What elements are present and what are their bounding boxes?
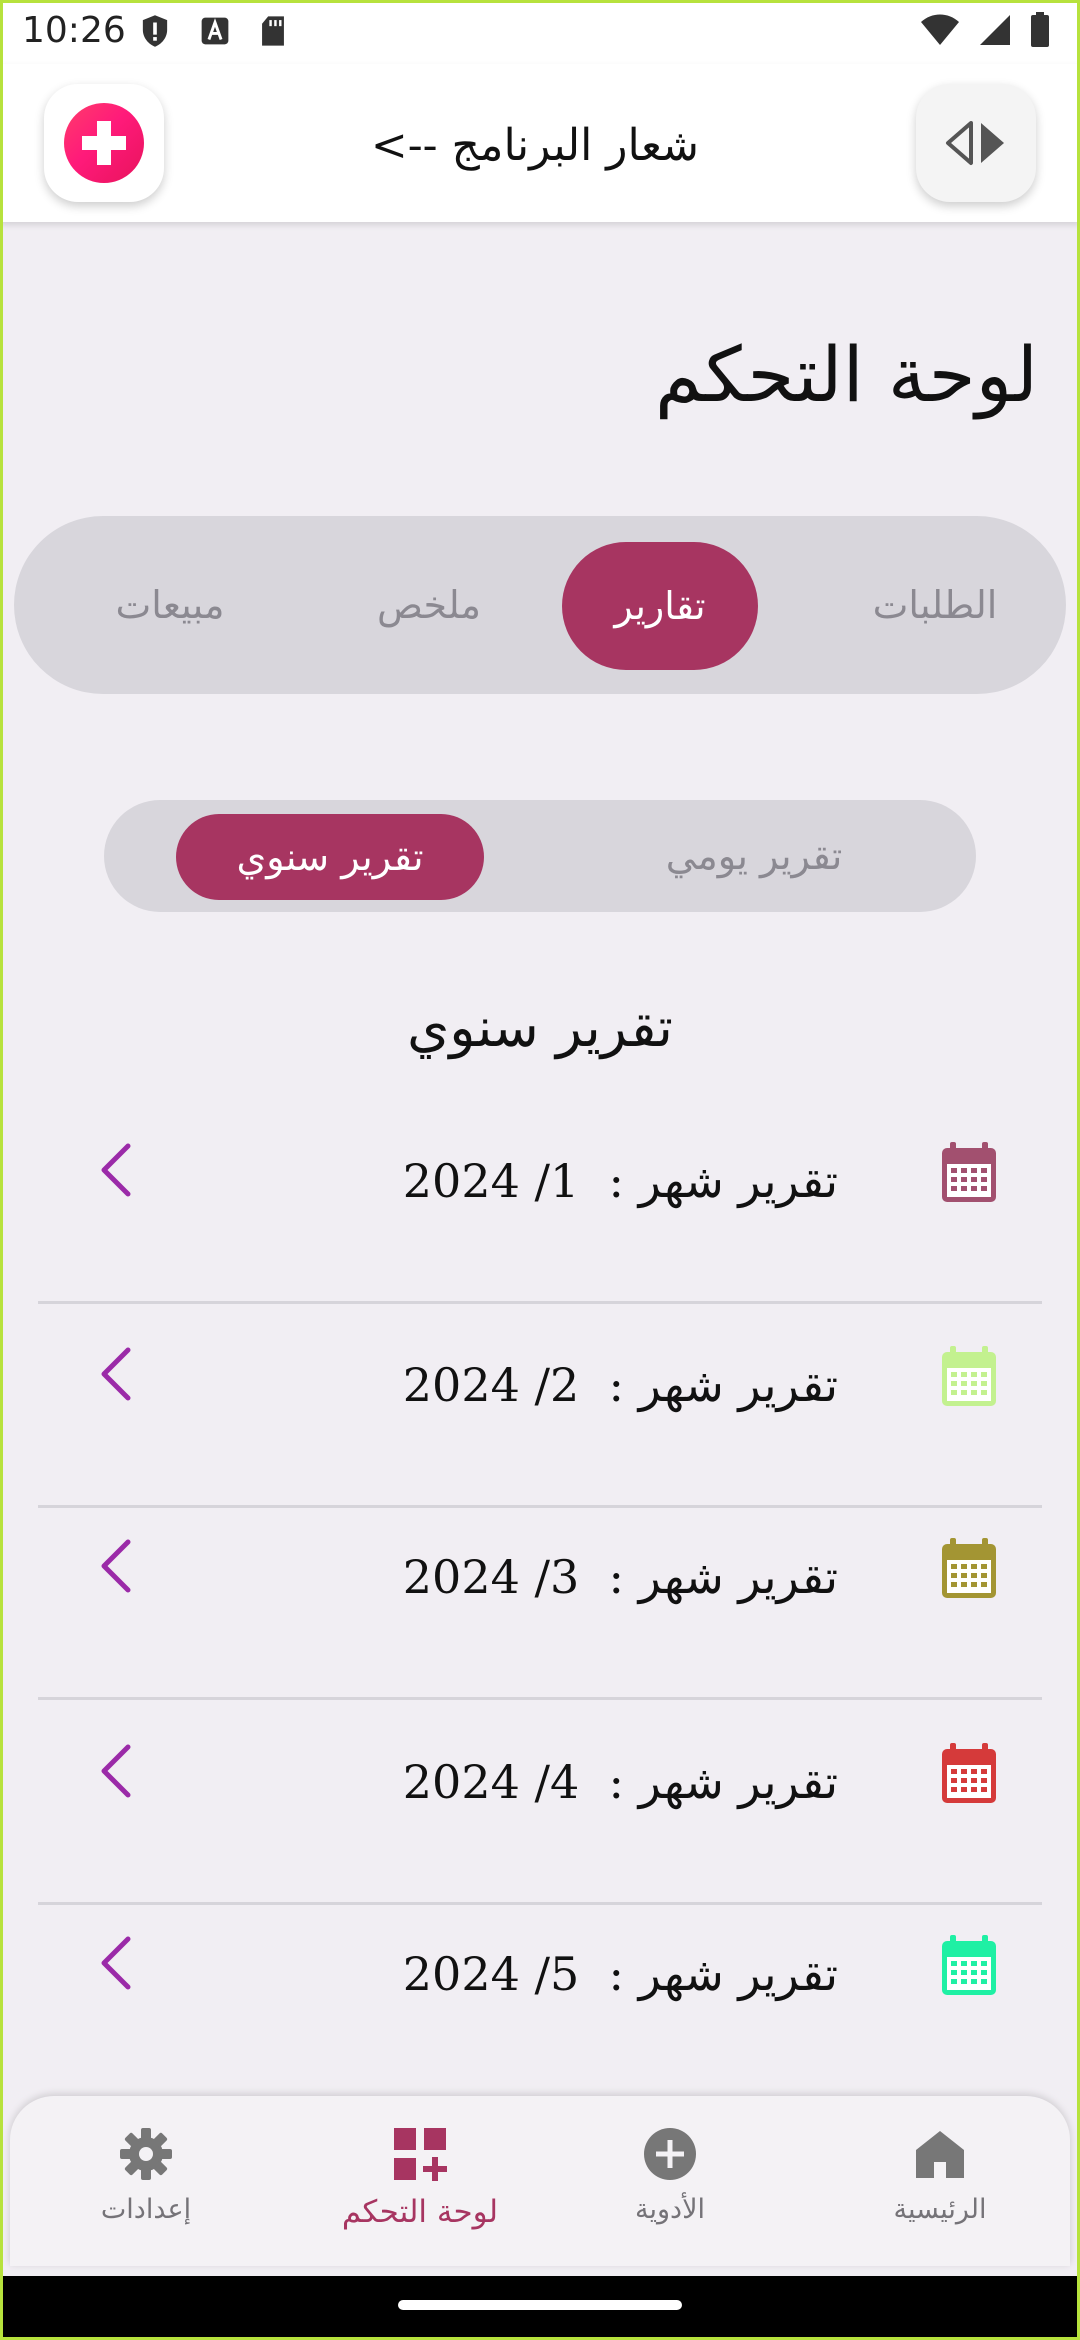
wifi-icon	[921, 14, 959, 45]
row-divider	[38, 1301, 1042, 1304]
chevron-left-icon[interactable]	[96, 1536, 136, 1596]
report-label: 2024 /1 تقرير شهر :	[403, 1154, 838, 1208]
report-label: 2024 /4 تقرير شهر :	[403, 1755, 838, 1809]
tab-orders[interactable]: الطلبات	[810, 516, 1060, 694]
report-row[interactable]: 2024 /2 تقرير شهر :	[38, 1308, 1042, 1508]
report-month-label: تقرير شهر :	[608, 1550, 838, 1604]
chevron-left-icon[interactable]	[96, 1933, 136, 1993]
row-divider	[38, 1697, 1042, 1700]
report-month-value: 2024 /3	[402, 1550, 580, 1604]
tab-yearly-report[interactable]: تقرير سنوي	[176, 814, 484, 900]
calendar-icon	[942, 1346, 996, 1406]
tab-reports[interactable]: تقارير	[562, 542, 758, 670]
chevron-left-icon[interactable]	[96, 1344, 136, 1404]
status-bar: 10:26	[0, 0, 1080, 64]
nav-settings[interactable]: إعدادات	[46, 2096, 246, 2266]
report-row[interactable]: 2024 /1 تقرير شهر :	[38, 1104, 1042, 1304]
report-month-label: تقرير شهر :	[608, 1755, 838, 1809]
report-month-label: تقرير شهر :	[608, 1947, 838, 2001]
code-arrows-icon	[946, 121, 1004, 165]
page-title: لوحة التحكم	[654, 330, 1038, 419]
report-month-value: 2024 /5	[402, 1947, 580, 2001]
home-indicator[interactable]	[398, 2300, 682, 2310]
battery-icon	[1031, 12, 1049, 47]
report-row[interactable]: 2024 /3 تقرير شهر :	[38, 1500, 1042, 1700]
medical-cross-icon	[64, 103, 144, 183]
home-icon	[916, 2131, 964, 2178]
chevron-left-icon[interactable]	[96, 1741, 136, 1801]
add-circle-icon	[644, 2128, 696, 2180]
report-label: 2024 /5 تقرير شهر :	[403, 1947, 838, 2001]
gear-icon	[120, 2128, 172, 2180]
section-title: تقرير سنوي	[407, 996, 673, 1059]
app-title: شعار البرنامج -->	[370, 120, 700, 171]
status-time: 10:26	[22, 10, 126, 51]
report-month-value: 2024 /1	[402, 1154, 580, 1208]
report-month-value: 2024 /2	[402, 1358, 580, 1412]
nav-dashboard[interactable]: لوحة التحكم	[310, 2096, 530, 2266]
report-row[interactable]: 2024 /4 تقرير شهر :	[38, 1705, 1042, 1905]
tab-sales[interactable]: مبيعات	[50, 516, 290, 694]
font-icon	[201, 17, 229, 45]
sd-card-icon	[262, 16, 284, 46]
report-type-tabs: تقرير يومي تقرير سنوي	[104, 800, 976, 912]
bottom-navigation: الرئيسية الأدوية لوحة التحكم إعدادات	[10, 2096, 1070, 2266]
report-label: 2024 /2 تقرير شهر :	[403, 1358, 838, 1412]
tab-summary[interactable]: ملخص	[314, 516, 544, 694]
report-month-label: تقرير شهر :	[608, 1154, 838, 1208]
nav-home-label: الرئيسية	[893, 2194, 987, 2225]
signal-icon	[980, 15, 1010, 45]
dashboard-add-icon	[394, 2128, 447, 2181]
calendar-icon	[942, 1142, 996, 1202]
report-label: 2024 /3 تقرير شهر :	[403, 1550, 838, 1604]
tab-daily-report[interactable]: تقرير يومي	[574, 800, 934, 912]
report-month-label: تقرير شهر :	[608, 1358, 838, 1412]
report-row[interactable]: 2024 /5 تقرير شهر :	[38, 1897, 1042, 2087]
logo-button[interactable]	[44, 84, 164, 202]
nav-medicines-label: الأدوية	[635, 2194, 705, 2225]
nav-home[interactable]: الرئيسية	[840, 2096, 1040, 2266]
chevron-left-icon[interactable]	[96, 1140, 136, 1200]
nav-medicines[interactable]: الأدوية	[570, 2096, 770, 2266]
calendar-icon	[942, 1743, 996, 1803]
status-right-icons	[920, 12, 1050, 48]
nav-settings-label: إعدادات	[100, 2194, 192, 2225]
nav-dashboard-label: لوحة التحكم	[341, 2194, 499, 2230]
app-header: شعار البرنامج -->	[0, 64, 1080, 222]
shield-icon	[142, 15, 168, 47]
main-tabs: الطلبات تقارير ملخص مبيعات	[14, 516, 1066, 694]
code-arrows-button[interactable]	[916, 84, 1036, 202]
calendar-icon	[942, 1935, 996, 1995]
calendar-icon	[942, 1538, 996, 1598]
report-month-value: 2024 /4	[402, 1755, 580, 1809]
